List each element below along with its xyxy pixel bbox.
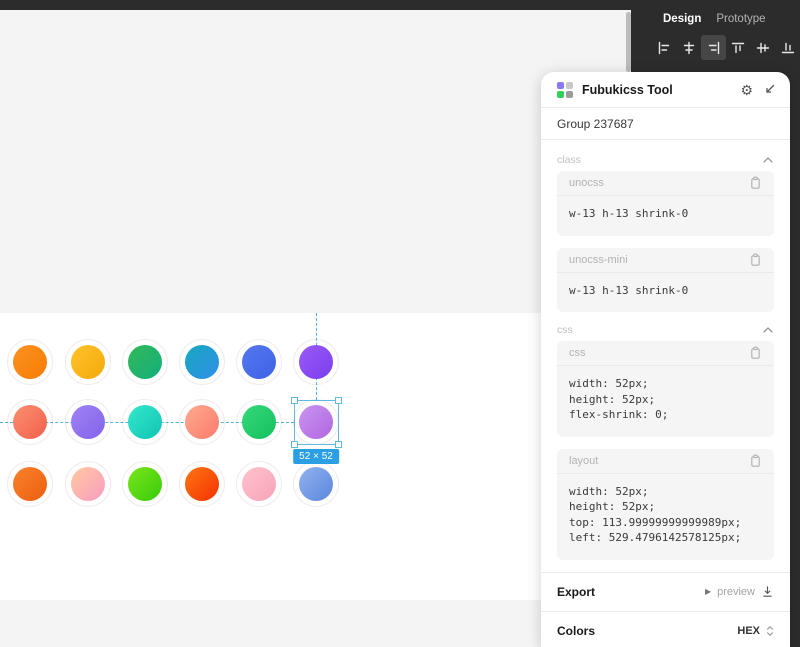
export-row: Export ▶ preview — [541, 571, 790, 611]
color-circle[interactable] — [179, 339, 225, 385]
card-label: unocss-mini — [569, 253, 628, 266]
align-right-icon[interactable] — [701, 35, 727, 60]
color-circle[interactable] — [7, 339, 53, 385]
color-dot — [13, 345, 47, 379]
align-horizontal-centers-icon[interactable] — [677, 35, 702, 60]
tab-design[interactable]: Design — [663, 13, 701, 25]
export-preview-button[interactable]: preview — [717, 586, 755, 598]
fubukicss-plugin-panel: Fubukicss Tool ⚙ Group 237687 class unoc… — [541, 72, 790, 647]
plugin-title: Fubukicss Tool — [582, 82, 673, 97]
selection-handle-top-left[interactable] — [291, 397, 298, 404]
selection-box — [291, 397, 342, 448]
color-dot — [128, 345, 162, 379]
color-circle[interactable] — [179, 399, 225, 445]
card-code[interactable]: width: 52px; height: 52px; flex-shrink: … — [557, 366, 774, 437]
color-circle[interactable] — [122, 399, 168, 445]
selected-layer-name[interactable]: Group 237687 — [541, 108, 790, 140]
color-circle[interactable] — [122, 461, 168, 507]
collapse-icon[interactable] — [763, 83, 776, 96]
color-circle[interactable] — [236, 339, 282, 385]
align-bottom-icon[interactable] — [775, 35, 800, 60]
css-section-header: css — [557, 324, 774, 336]
card-label: unocss — [569, 177, 604, 189]
color-circle[interactable] — [65, 461, 111, 507]
color-dot — [185, 405, 219, 439]
color-dot — [242, 345, 276, 379]
color-dot — [71, 405, 105, 439]
copy-icon[interactable] — [749, 346, 762, 360]
color-circle[interactable] — [293, 339, 339, 385]
color-circle[interactable] — [122, 339, 168, 385]
canvas-scrollbar[interactable] — [626, 12, 631, 72]
color-circle[interactable] — [293, 461, 339, 507]
selection-handle-bottom-left[interactable] — [291, 441, 298, 448]
fubukicss-logo-icon — [557, 81, 573, 98]
copy-icon[interactable] — [749, 176, 762, 190]
copy-icon[interactable] — [749, 253, 762, 267]
plugin-body: class unocss w-13 h-13 shrink-0 unocss-m… — [541, 140, 790, 572]
class-section-header: class — [557, 154, 774, 166]
color-circle[interactable] — [236, 399, 282, 445]
color-circle[interactable] — [236, 461, 282, 507]
gear-icon[interactable]: ⚙ — [740, 83, 753, 97]
color-dot — [242, 405, 276, 439]
color-circle[interactable] — [7, 399, 53, 445]
card-label: css — [569, 347, 586, 359]
chevron-up-icon[interactable] — [762, 156, 774, 164]
align-top-icon[interactable] — [726, 35, 751, 60]
color-dot — [13, 405, 47, 439]
color-format-select[interactable]: HEX — [737, 625, 760, 637]
inspector-tabs: Design Prototype — [631, 0, 800, 25]
unocss-card: unocss w-13 h-13 shrink-0 — [557, 171, 774, 236]
card-label: layout — [569, 454, 599, 467]
color-dot — [299, 345, 333, 379]
play-icon[interactable]: ▶ — [705, 587, 711, 596]
colors-label: Colors — [557, 623, 596, 638]
plugin-header[interactable]: Fubukicss Tool ⚙ — [541, 72, 790, 108]
color-circle[interactable] — [179, 461, 225, 507]
color-dot — [128, 467, 162, 501]
selection-handle-bottom-right[interactable] — [335, 441, 342, 448]
color-dot — [185, 467, 219, 501]
class-section-label: class — [557, 154, 581, 166]
tab-prototype[interactable]: Prototype — [716, 13, 765, 25]
copy-icon[interactable] — [749, 454, 762, 468]
color-dot — [71, 467, 105, 501]
color-circle[interactable] — [65, 339, 111, 385]
align-vertical-centers-icon[interactable] — [751, 35, 776, 60]
color-dot — [13, 467, 47, 501]
colors-row: Colors HEX — [541, 610, 790, 647]
card-code[interactable]: w-13 h-13 shrink-0 — [557, 273, 774, 313]
color-dot — [242, 467, 276, 501]
selection-handle-top-right[interactable] — [335, 397, 342, 404]
css-section-label: css — [557, 324, 573, 336]
color-dot — [71, 345, 105, 379]
color-dot — [128, 405, 162, 439]
layout-card: layout width: 52px; height: 52px; top: 1… — [557, 448, 774, 560]
sort-updown-icon[interactable] — [766, 625, 774, 637]
color-dot — [185, 345, 219, 379]
css-card: css width: 52px; height: 52px; flex-shri… — [557, 341, 774, 437]
alignment-toolbar — [631, 35, 800, 60]
selection-size-badge: 52 × 52 — [293, 449, 339, 464]
card-code[interactable]: w-13 h-13 shrink-0 — [557, 196, 774, 236]
download-icon[interactable] — [761, 585, 774, 598]
color-circle[interactable] — [65, 399, 111, 445]
card-code[interactable]: width: 52px; height: 52px; top: 113.9999… — [557, 474, 774, 560]
export-label: Export — [557, 584, 596, 599]
chevron-up-icon[interactable] — [762, 326, 774, 334]
design-canvas[interactable]: 52 × 52 — [0, 10, 632, 647]
unocss-mini-card: unocss-mini w-13 h-13 shrink-0 — [557, 247, 774, 313]
color-circle[interactable] — [7, 461, 53, 507]
color-dot — [299, 467, 333, 501]
align-left-icon[interactable] — [652, 35, 677, 60]
